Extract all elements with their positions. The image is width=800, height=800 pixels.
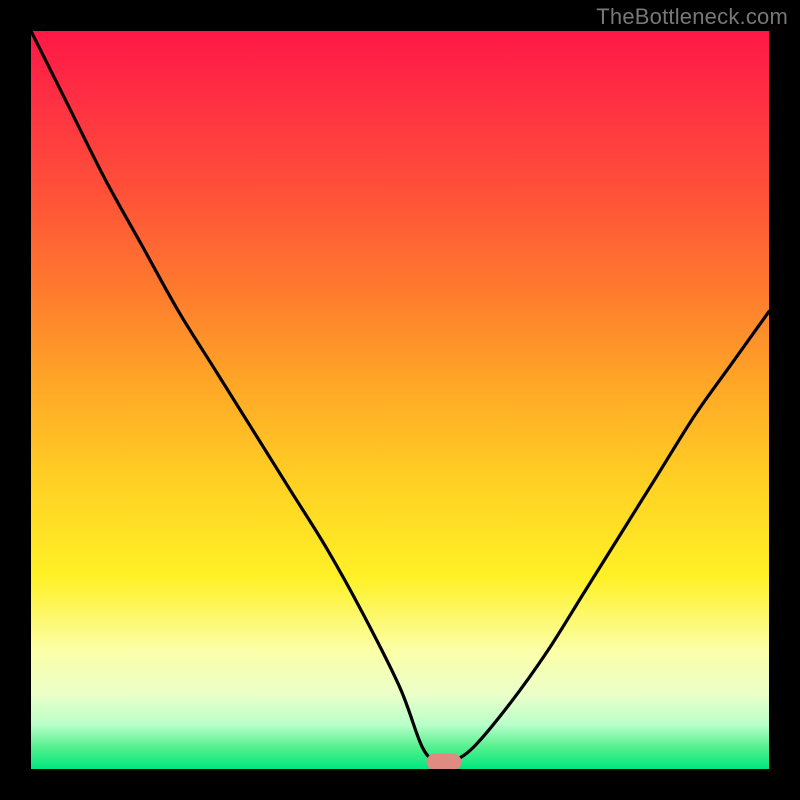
optimal-marker xyxy=(427,753,462,769)
plot-area xyxy=(31,31,769,769)
watermark-text: TheBottleneck.com xyxy=(596,4,788,30)
gradient-background xyxy=(31,31,769,769)
chart-frame: TheBottleneck.com xyxy=(0,0,800,800)
